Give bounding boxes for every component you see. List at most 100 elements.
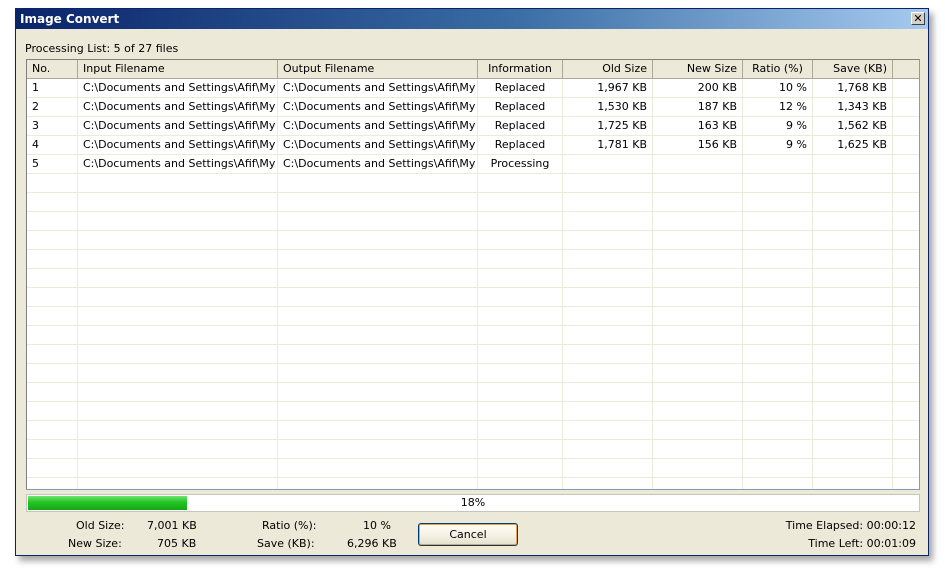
cell-new-size bbox=[653, 421, 743, 439]
table-row[interactable]: 1 C:\Documents and Settings\Afif\My ... C:… bbox=[27, 79, 919, 98]
header-col-no[interactable]: No. bbox=[27, 60, 78, 78]
empty-row bbox=[27, 288, 919, 307]
empty-row bbox=[27, 364, 919, 383]
table-row[interactable]: 5 C:\Documents and Settings\Afif\My ... C:… bbox=[27, 155, 919, 174]
ratio-label: Ratio (%): bbox=[262, 519, 317, 532]
header-col-input-filename[interactable]: Input Filename bbox=[78, 60, 278, 78]
header-col-save[interactable]: Save (KB) bbox=[813, 60, 893, 78]
cell-filler bbox=[893, 345, 919, 363]
cell-filler bbox=[893, 212, 919, 230]
cell-ratio bbox=[743, 250, 813, 268]
cell-save bbox=[813, 174, 893, 192]
cell-save bbox=[813, 155, 893, 173]
empty-row bbox=[27, 231, 919, 250]
cell-no bbox=[27, 174, 78, 192]
cell-save bbox=[813, 364, 893, 382]
cell-new-size bbox=[653, 212, 743, 230]
cell-no bbox=[27, 269, 78, 287]
cell-output-filename bbox=[278, 326, 478, 344]
cell-information bbox=[478, 174, 563, 192]
cell-output-filename: C:\Documents and Settings\Afif\My ... bbox=[278, 155, 478, 173]
cell-new-size: 163 KB bbox=[653, 117, 743, 135]
cell-filler bbox=[893, 269, 919, 287]
empty-row bbox=[27, 440, 919, 459]
close-icon[interactable]: ✕ bbox=[911, 12, 925, 25]
cell-save bbox=[813, 231, 893, 249]
cell-information: Replaced bbox=[478, 98, 563, 116]
cell-output-filename bbox=[278, 212, 478, 230]
cell-output-filename bbox=[278, 440, 478, 458]
save-value: 6,296 KB bbox=[347, 537, 397, 550]
file-list-table[interactable]: No. Input Filename Output Filename Informat… bbox=[26, 59, 920, 490]
empty-row bbox=[27, 193, 919, 212]
cell-no bbox=[27, 459, 78, 477]
cell-ratio bbox=[743, 193, 813, 211]
cell-new-size bbox=[653, 459, 743, 477]
cell-save bbox=[813, 402, 893, 420]
cell-ratio bbox=[743, 231, 813, 249]
cell-output-filename: C:\Documents and Settings\Afif\My ... bbox=[278, 79, 478, 97]
table-row[interactable]: 4 C:\Documents and Settings\Afif\My ... C:… bbox=[27, 136, 919, 155]
cell-information bbox=[478, 440, 563, 458]
cell-save bbox=[813, 307, 893, 325]
header-col-old-size[interactable]: Old Size bbox=[563, 60, 653, 78]
cell-information bbox=[478, 459, 563, 477]
cell-ratio bbox=[743, 155, 813, 173]
cell-filler bbox=[893, 79, 919, 97]
cell-old-size bbox=[563, 421, 653, 439]
cell-new-size bbox=[653, 193, 743, 211]
table-row[interactable]: 2 C:\Documents and Settings\Afif\My ... C:… bbox=[27, 98, 919, 117]
cell-save bbox=[813, 288, 893, 306]
cell-old-size bbox=[563, 269, 653, 287]
cell-output-filename bbox=[278, 307, 478, 325]
cell-information bbox=[478, 231, 563, 249]
cell-no bbox=[27, 440, 78, 458]
cell-input-filename bbox=[78, 269, 278, 287]
cell-filler bbox=[893, 459, 919, 477]
header-col-information[interactable]: Information bbox=[478, 60, 563, 78]
cell-filler bbox=[893, 440, 919, 458]
cell-new-size bbox=[653, 326, 743, 344]
cell-old-size: 1,530 KB bbox=[563, 98, 653, 116]
header-col-ratio[interactable]: Ratio (%) bbox=[743, 60, 813, 78]
cancel-button[interactable]: Cancel bbox=[418, 523, 518, 546]
cell-filler bbox=[893, 383, 919, 401]
cell-old-size bbox=[563, 231, 653, 249]
cell-no bbox=[27, 212, 78, 230]
cell-old-size bbox=[563, 364, 653, 382]
cell-ratio bbox=[743, 326, 813, 344]
cell-new-size bbox=[653, 174, 743, 192]
header-col-new-size[interactable]: New Size bbox=[653, 60, 743, 78]
cell-output-filename bbox=[278, 231, 478, 249]
cell-old-size: 1,781 KB bbox=[563, 136, 653, 154]
cell-ratio bbox=[743, 364, 813, 382]
cell-no bbox=[27, 421, 78, 439]
empty-row bbox=[27, 478, 919, 489]
cell-ratio: 9 % bbox=[743, 136, 813, 154]
cell-input-filename bbox=[78, 478, 278, 489]
cell-new-size bbox=[653, 155, 743, 173]
cell-save: 1,625 KB bbox=[813, 136, 893, 154]
title-bar[interactable]: Image Convert ✕ bbox=[16, 9, 928, 29]
cell-no: 4 bbox=[27, 136, 78, 154]
cell-input-filename bbox=[78, 345, 278, 363]
cell-input-filename bbox=[78, 307, 278, 325]
cell-input-filename bbox=[78, 174, 278, 192]
cell-ratio bbox=[743, 212, 813, 230]
cell-save bbox=[813, 250, 893, 268]
cell-information: Replaced bbox=[478, 79, 563, 97]
cell-no bbox=[27, 250, 78, 268]
cell-information bbox=[478, 402, 563, 420]
cell-filler bbox=[893, 288, 919, 306]
cell-filler bbox=[893, 136, 919, 154]
header-col-output-filename[interactable]: Output Filename bbox=[278, 60, 478, 78]
cell-information bbox=[478, 345, 563, 363]
cell-save bbox=[813, 459, 893, 477]
cell-input-filename: C:\Documents and Settings\Afif\My ... bbox=[78, 155, 278, 173]
cell-filler bbox=[893, 231, 919, 249]
cell-ratio bbox=[743, 383, 813, 401]
progress-percent: 18% bbox=[460, 496, 486, 509]
table-row[interactable]: 3 C:\Documents and Settings\Afif\My ... C:… bbox=[27, 117, 919, 136]
cell-output-filename bbox=[278, 269, 478, 287]
cell-no: 3 bbox=[27, 117, 78, 135]
